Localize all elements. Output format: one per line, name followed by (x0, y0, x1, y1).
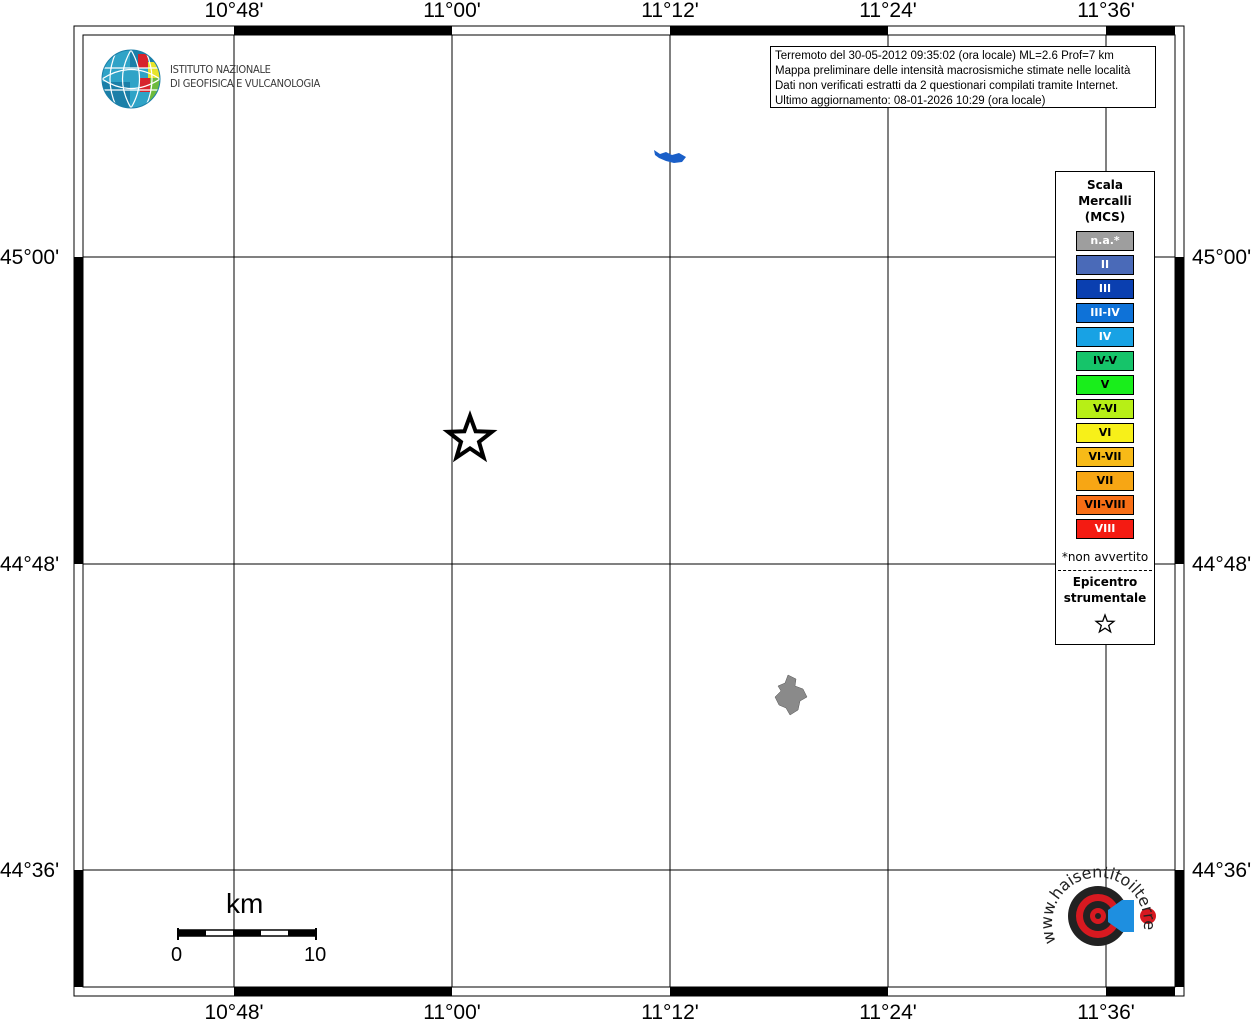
tick-bottom-1: 10°48' (204, 1001, 264, 1024)
legend-star-icon (1056, 613, 1154, 639)
tick-left-2: 44°48' (0, 553, 60, 576)
legend-item: VII-VIII (1076, 495, 1134, 515)
legend-item: VIII (1076, 519, 1134, 539)
legend-epicenter-line2: strumentale (1063, 591, 1147, 605)
haisentito-logo-icon: www.haisentitoilterremoto.it (1030, 849, 1159, 946)
scale-bar: km 0 10 (170, 888, 330, 968)
event-info-line4: Ultimo aggiornamento: 08-01-2026 10:29 (… (775, 95, 1046, 107)
legend-item: n.a.* (1076, 231, 1134, 251)
urban-area (774, 674, 808, 716)
tick-bottom-4: 11°24' (859, 1001, 917, 1024)
legend-items: n.a.* II III III-IV IV IV-V V V-VI VI VI… (1056, 231, 1154, 539)
tick-top-2: 11°00' (423, 0, 481, 22)
tick-top-5: 11°36' (1077, 0, 1135, 22)
map-frame-inner (82, 34, 1176, 988)
legend-item: V-VI (1076, 399, 1134, 419)
tick-bottom-3: 11°12' (641, 1001, 699, 1024)
tick-right-3: 44°36' (1192, 859, 1252, 882)
legend-item: VII (1076, 471, 1134, 491)
legend-item: V (1076, 375, 1134, 395)
tick-top-3: 11°12' (641, 0, 699, 22)
legend-epicenter-label: Epicentro strumentale (1056, 574, 1154, 606)
tick-bottom-2: 11°00' (423, 1001, 481, 1024)
tick-top-4: 11°24' (859, 0, 917, 22)
globe-icon (101, 49, 161, 109)
legend-title-line2: Mercalli (1078, 194, 1132, 208)
legend-item: VI-VII (1076, 447, 1134, 467)
epicenter-star-icon[interactable] (442, 410, 498, 463)
legend-divider (1058, 570, 1152, 571)
mcs-legend: Scala Mercalli (MCS) n.a.* II III III-IV… (1055, 171, 1155, 645)
scale-max-label: 10 (304, 944, 327, 966)
event-info-line1: Terremoto del 30-05-2012 09:35:02 (ora l… (775, 50, 1114, 62)
graticule (83, 35, 1175, 987)
tick-bottom-5: 11°36' (1077, 1001, 1135, 1024)
event-info-line3: Dati non verificati estratti da 2 questi… (775, 80, 1119, 92)
ingv-logo-text: ISTITUTO NAZIONALE DI GEOFISICA E VULCAN… (170, 63, 320, 91)
scale-bar-graphic (177, 928, 317, 940)
haisentito-badge[interactable]: www.haisentitoilterremoto.it (1030, 849, 1162, 972)
frame-checker (74, 26, 1184, 996)
legend-epicenter-line1: Epicentro (1072, 575, 1138, 589)
map-frame-outer (73, 25, 1185, 997)
legend-title: Scala Mercalli (MCS) (1056, 177, 1154, 225)
legend-item: III (1076, 279, 1134, 299)
event-info-line2: Mappa preliminare delle intensità macros… (775, 65, 1131, 77)
event-info-box: Terremoto del 30-05-2012 09:35:02 (ora l… (770, 46, 1156, 108)
legend-item: IV (1076, 327, 1134, 347)
legend-title-line3: (MCS) (1084, 210, 1126, 224)
tick-left-1: 45°00' (0, 246, 60, 269)
legend-item: VI (1076, 423, 1134, 443)
tick-top-1: 10°48' (204, 0, 264, 22)
ingv-logo: ISTITUTO NAZIONALE DI GEOFISICA E VULCAN… (100, 48, 320, 110)
scale-min-label: 0 (171, 944, 183, 966)
legend-item: III-IV (1076, 303, 1134, 323)
ingv-logo-line2: DI GEOFISICA E VULCANOLOGIA (170, 77, 320, 90)
tick-left-3: 44°36' (0, 859, 60, 882)
legend-item: IV-V (1076, 351, 1134, 371)
ingv-logo-line1: ISTITUTO NAZIONALE (170, 63, 271, 76)
legend-item: II (1076, 255, 1134, 275)
tick-right-2: 44°48' (1192, 553, 1252, 576)
legend-title-line1: Scala (1086, 178, 1124, 192)
tick-right-1: 45°00' (1192, 246, 1252, 269)
scale-unit: km (226, 888, 264, 919)
legend-note: *non avvertito (1061, 550, 1149, 564)
